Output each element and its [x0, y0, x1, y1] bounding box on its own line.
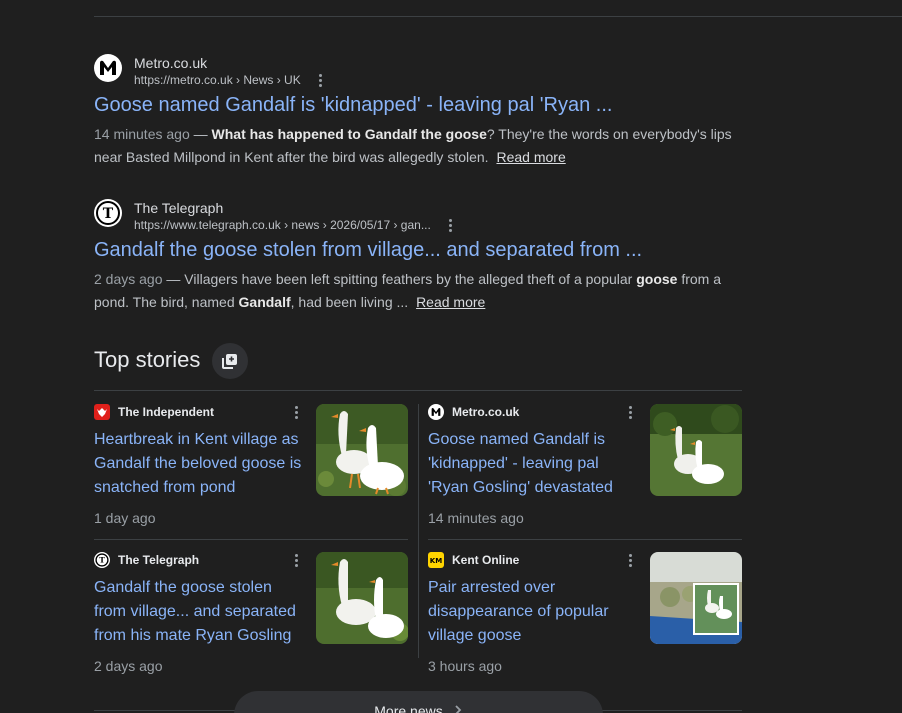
card-thumbnail[interactable]: [316, 404, 408, 496]
result-snippet: 2 days ago — Villagers have been left sp…: [94, 271, 722, 310]
more-options-icon[interactable]: [292, 554, 300, 567]
more-news-button[interactable]: More news: [234, 691, 603, 713]
card-title-link[interactable]: Heartbreak in Kent village as Gandalf th…: [94, 428, 308, 500]
search-result-metro: Metro.co.uk https://metro.co.uk › News ›…: [94, 54, 734, 169]
more-options-icon[interactable]: [626, 406, 634, 419]
result-snippet: 14 minutes ago — What has happened to Ga…: [94, 126, 732, 165]
card-timestamp: 2 days ago: [94, 658, 163, 674]
result-url[interactable]: https://metro.co.uk › News › UK: [134, 72, 301, 88]
more-options-icon[interactable]: [315, 74, 327, 87]
more-options-icon[interactable]: [445, 219, 457, 232]
metro-logo-icon[interactable]: [94, 54, 122, 82]
search-results-page: Metro.co.uk https://metro.co.uk › News ›…: [0, 0, 902, 713]
divider: [94, 390, 742, 391]
chevron-right-icon: [453, 703, 463, 713]
card-title-link[interactable]: Pair arrested over disappearance of popu…: [428, 576, 642, 648]
svg-text:T: T: [103, 206, 114, 222]
result-source-name[interactable]: Metro.co.uk: [134, 54, 327, 72]
telegraph-logo-icon[interactable]: T: [94, 199, 122, 227]
card-thumbnail[interactable]: [650, 404, 742, 496]
card-source-name: Metro.co.uk: [452, 405, 520, 419]
stories-icon[interactable]: [212, 343, 248, 379]
news-card[interactable]: The Independent Heartbreak in Kent villa…: [94, 404, 408, 544]
card-source-name: The Independent: [118, 405, 214, 419]
telegraph-logo-icon: T: [94, 552, 110, 568]
read-more-link[interactable]: Read more: [416, 294, 485, 310]
card-source-name: The Telegraph: [118, 553, 200, 567]
card-thumbnail[interactable]: [650, 552, 742, 644]
more-options-icon[interactable]: [626, 554, 634, 567]
read-more-link[interactable]: Read more: [496, 149, 565, 165]
card-source-name: Kent Online: [452, 553, 520, 567]
result-url[interactable]: https://www.telegraph.co.uk › news › 202…: [134, 217, 431, 233]
top-stories-heading: Top stories: [94, 347, 201, 372]
result-source-name[interactable]: The Telegraph: [134, 199, 457, 217]
divider: [418, 404, 419, 658]
card-title-link[interactable]: Goose named Gandalf is 'kidnapped' - lea…: [428, 428, 642, 500]
news-card[interactable]: KM Kent Online Pair arrested over disapp…: [428, 552, 742, 692]
more-options-icon[interactable]: [292, 406, 300, 419]
svg-text:KM: KM: [430, 557, 442, 565]
card-title-link[interactable]: Gandalf the goose stolen from village...…: [94, 576, 308, 648]
divider: [94, 16, 902, 17]
result-title-link[interactable]: Gandalf the goose stolen from village...…: [94, 237, 734, 263]
kent-online-icon: KM: [428, 552, 444, 568]
independent-eagle-icon: [94, 404, 110, 420]
more-news-label: More news: [374, 703, 443, 713]
search-result-telegraph: T The Telegraph https://www.telegraph.co…: [94, 199, 734, 314]
result-title-link[interactable]: Goose named Gandalf is 'kidnapped' - lea…: [94, 92, 734, 118]
card-timestamp: 1 day ago: [94, 510, 156, 526]
metro-logo-icon: [428, 404, 444, 420]
card-timestamp: 3 hours ago: [428, 658, 502, 674]
news-card[interactable]: T The Telegraph Gandalf the goose stolen…: [94, 552, 408, 692]
svg-text:T: T: [99, 556, 105, 565]
card-timestamp: 14 minutes ago: [428, 510, 524, 526]
news-card[interactable]: Metro.co.uk Goose named Gandalf is 'kidn…: [428, 404, 742, 544]
card-thumbnail[interactable]: [316, 552, 408, 644]
